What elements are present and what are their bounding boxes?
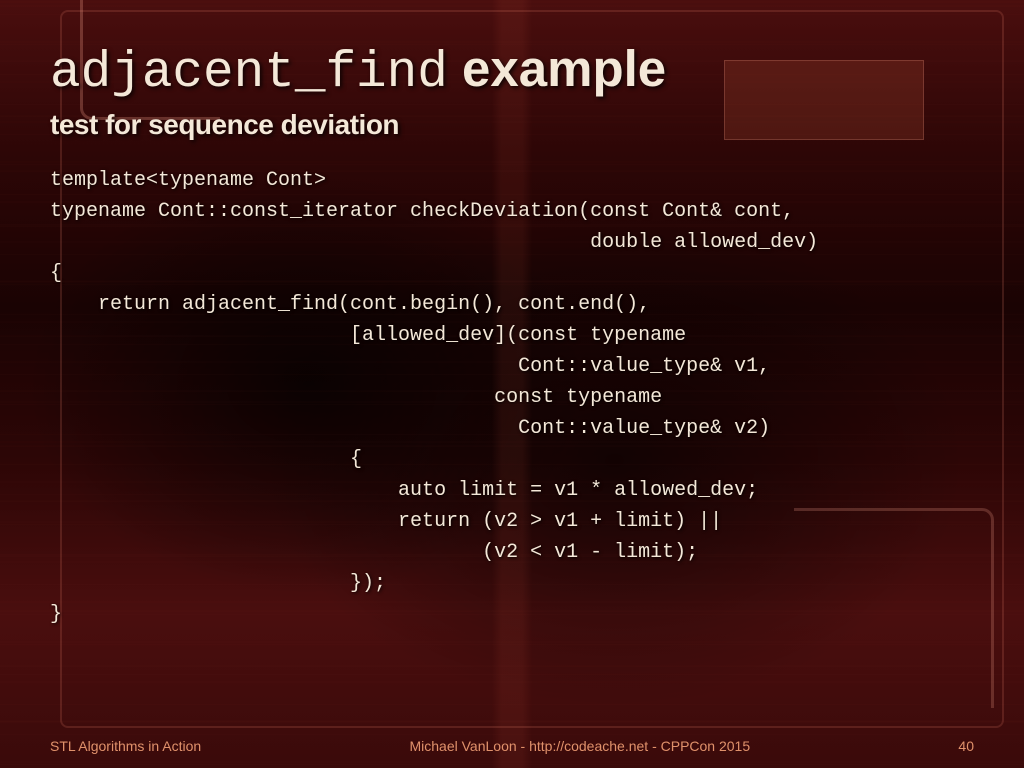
title-rest: example [448,40,666,97]
slide-subtitle: test for sequence deviation [50,109,974,141]
footer-page-number: 40 [958,738,974,754]
slide-content: adjacent_find example test for sequence … [0,0,1024,730]
code-block: template<typename Cont> typename Cont::c… [50,165,974,630]
slide-title: adjacent_find example [50,42,974,101]
slide-footer: STL Algorithms in Action Michael VanLoon… [0,732,1024,768]
footer-left: STL Algorithms in Action [50,738,201,754]
footer-center: Michael VanLoon - http://codeache.net - … [201,738,958,754]
title-monospace: adjacent_find [50,45,448,102]
